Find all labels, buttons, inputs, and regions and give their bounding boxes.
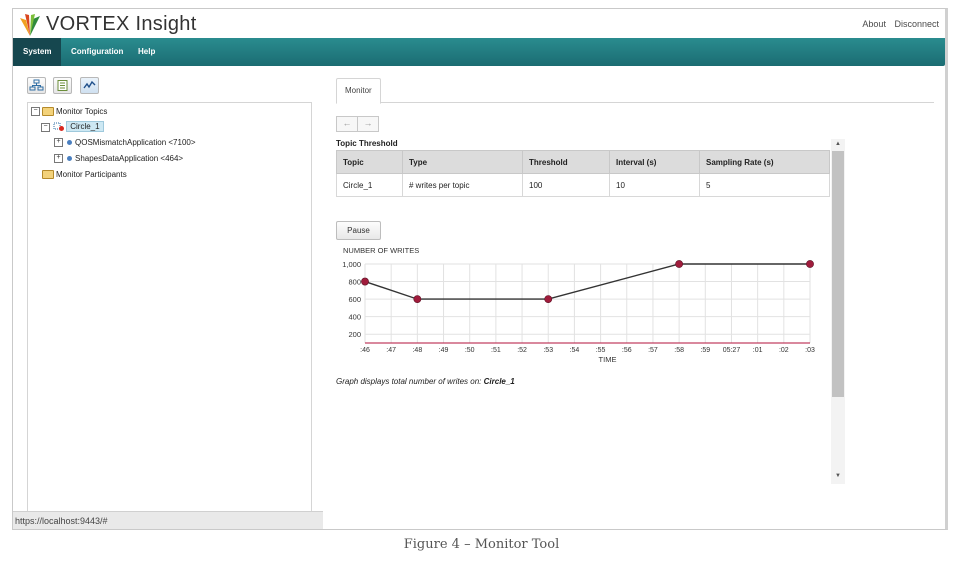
nav-system[interactable]: System	[13, 38, 62, 66]
x-tick-label: :58	[674, 347, 684, 354]
content-scrollbar[interactable]: ▲ ▼	[831, 139, 845, 484]
topic-icon	[53, 122, 65, 131]
folder-icon	[42, 107, 54, 117]
view-toolbar	[27, 77, 102, 95]
x-tick-label: :48	[412, 347, 422, 354]
data-point	[413, 295, 422, 304]
nav-configuration[interactable]: Configuration	[61, 38, 133, 66]
monitor-chart-icon[interactable]	[79, 77, 99, 94]
top-links: About Disconnect	[856, 19, 939, 29]
history-nav: ← →	[336, 113, 379, 132]
pause-button[interactable]: Pause	[336, 221, 381, 240]
column-header: Threshold	[522, 150, 610, 174]
column-header: Interval (s)	[609, 150, 700, 174]
x-tick-label: :49	[439, 347, 449, 354]
figure-caption: Figure 4 – Monitor Tool	[403, 537, 560, 552]
tree-node-app[interactable]: + QOSMismatchApplication <7100>	[54, 138, 196, 148]
folder-icon	[42, 170, 54, 180]
x-tick-label: :54	[570, 347, 580, 354]
collapse-icon[interactable]: −	[31, 107, 40, 117]
x-tick-label: :50	[465, 347, 475, 354]
table-header-row: Topic Type Threshold Interval (s) Sampli…	[336, 150, 830, 174]
tree-label: QOSMismatchApplication <7100>	[75, 138, 196, 147]
x-tick-label: :02	[779, 347, 789, 354]
expand-icon[interactable]: +	[54, 138, 63, 148]
back-arrow-icon[interactable]: ←	[336, 116, 358, 132]
writes-chart: 1,000 800 600 400 200 NUMBER OF WRITES :46 :47:…	[342, 246, 815, 364]
x-tick-label: :55	[596, 347, 606, 354]
scroll-down-icon[interactable]: ▼	[835, 473, 841, 479]
application-icon	[67, 156, 72, 162]
x-tick-label: :47	[386, 347, 396, 354]
tree-node-app[interactable]: + ShapesDataApplication <464>	[54, 154, 184, 164]
table-row[interactable]: Circle_1 # writes per topic 100 10 5	[336, 173, 830, 197]
tree-node-topic[interactable]: − Circle_1	[41, 121, 104, 133]
status-bar-url: https://localhost:9443/#	[13, 511, 323, 529]
threshold-title: Topic Threshold	[336, 139, 398, 148]
data-point	[675, 260, 684, 268]
disconnect-link[interactable]: Disconnect	[894, 19, 939, 29]
tree-label: Monitor Participants	[56, 170, 127, 179]
tree-label: Circle_1	[66, 121, 104, 133]
app-header: VORTEX Insight About Disconnect	[13, 9, 945, 39]
topic-tree: − Monitor Topics − Circle_1 + QOSMismatchA…	[27, 102, 312, 512]
monitor-content: Topic Threshold Topic Type Threshold Int…	[336, 136, 831, 476]
y-tick-label: 200	[348, 330, 361, 339]
table-cell: 100	[522, 173, 610, 197]
x-tick-label: :57	[648, 347, 658, 354]
tree-node-monitor-topics[interactable]: − Monitor Topics	[31, 107, 108, 117]
tree-label: ShapesDataApplication <464>	[75, 154, 184, 163]
data-point	[544, 295, 553, 304]
about-link[interactable]: About	[862, 19, 886, 29]
nav-help[interactable]: Help	[128, 38, 165, 66]
x-axis-label: TIME	[599, 355, 617, 364]
column-header: Topic	[336, 150, 403, 174]
caption-topic: Circle_1	[483, 377, 515, 386]
y-axis-label: NUMBER OF WRITES	[343, 246, 419, 255]
caption-text: Graph displays total number of writes on…	[336, 377, 484, 386]
data-point	[806, 260, 814, 268]
x-tick-label: :52	[517, 347, 527, 354]
tab-monitor[interactable]: Monitor	[336, 78, 381, 104]
vortex-logo-icon	[20, 14, 40, 36]
tree-node-monitor-participants[interactable]: Monitor Participants	[40, 170, 127, 180]
scroll-up-icon[interactable]: ▲	[835, 141, 841, 147]
threshold-table: Topic Type Threshold Interval (s) Sampli…	[336, 150, 830, 197]
collapse-icon[interactable]: −	[41, 122, 50, 132]
x-tick-label: 05:27	[723, 347, 741, 354]
main-nav: System Configuration Help	[13, 38, 945, 66]
table-cell: Circle_1	[336, 173, 403, 197]
table-cell: 10	[609, 173, 700, 197]
x-tick-label: :01	[753, 347, 763, 354]
y-tick-label: 800	[348, 278, 361, 287]
topology-icon[interactable]	[27, 77, 46, 94]
x-tick-label: :03	[805, 347, 815, 354]
y-tick-label: 1,000	[342, 260, 361, 269]
app-window: VORTEX Insight About Disconnect System C…	[12, 8, 948, 530]
x-tick-label: :53	[543, 347, 553, 354]
x-tick-label: :51	[491, 347, 501, 354]
table-cell: 5	[699, 173, 830, 197]
application-icon	[67, 140, 72, 146]
list-icon[interactable]	[53, 77, 73, 94]
forward-arrow-icon[interactable]: →	[357, 116, 379, 132]
chart-caption: Graph displays total number of writes on…	[336, 377, 515, 386]
x-tick-label: :59	[700, 347, 710, 354]
y-tick-label: 600	[348, 295, 361, 304]
tab-bar: Monitor	[336, 76, 934, 104]
column-header: Type	[402, 150, 523, 174]
data-point	[361, 277, 369, 286]
x-tick-label: :46	[360, 347, 370, 354]
y-tick-label: 400	[348, 313, 361, 322]
brand-title: VORTEX Insight	[46, 13, 197, 35]
table-cell: # writes per topic	[402, 173, 523, 197]
column-header: Sampling Rate (s)	[699, 150, 830, 174]
scrollbar-thumb[interactable]	[832, 151, 844, 397]
x-tick-label: :56	[622, 347, 632, 354]
tree-label: Monitor Topics	[56, 107, 108, 116]
expand-icon[interactable]: +	[54, 154, 63, 164]
